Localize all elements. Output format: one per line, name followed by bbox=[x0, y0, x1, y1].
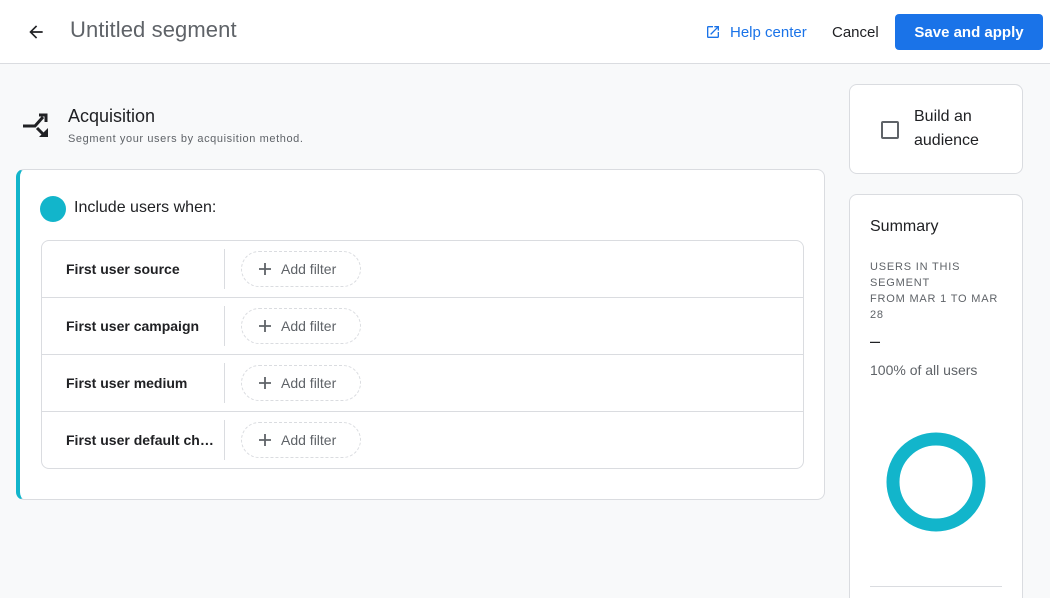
back-button[interactable] bbox=[22, 18, 50, 46]
add-filter-button[interactable]: Add filter bbox=[241, 308, 361, 344]
divider bbox=[224, 363, 225, 403]
dimension-name: First user campaign bbox=[66, 318, 200, 334]
help-center-label: Help center bbox=[730, 23, 807, 41]
add-filter-label: Add filter bbox=[281, 432, 337, 448]
top-bar: Untitled segment Help center Cancel Save… bbox=[0, 0, 1050, 64]
summary-percent: 100% of all users bbox=[870, 362, 978, 378]
page-title: Untitled segment bbox=[70, 17, 237, 42]
plus-icon bbox=[259, 263, 271, 275]
add-filter-button[interactable]: Add filter bbox=[241, 422, 361, 458]
open-in-new-icon bbox=[707, 26, 719, 38]
summary-user-count: – bbox=[870, 331, 881, 351]
summary-card: Summary Users in this segment From Mar 1… bbox=[849, 194, 1023, 598]
include-condition-card: Include users when: First user source Ad… bbox=[16, 169, 825, 500]
merge-type-icon bbox=[23, 113, 48, 137]
build-audience-checkbox[interactable] bbox=[881, 121, 899, 139]
divider bbox=[224, 420, 225, 460]
add-filter-label: Add filter bbox=[281, 375, 337, 391]
add-filter-label: Add filter bbox=[281, 318, 337, 334]
cancel-button[interactable]: Cancel bbox=[822, 14, 889, 50]
save-and-apply-button[interactable]: Save and apply bbox=[895, 14, 1043, 50]
plus-icon bbox=[259, 434, 271, 446]
dimension-filter-table: First user source Add filter First user … bbox=[41, 240, 804, 469]
divider bbox=[224, 249, 225, 289]
arrow-back-icon bbox=[29, 25, 43, 39]
users-in-segment-label: Users in this segment bbox=[870, 261, 961, 289]
build-audience-label: Build an audience bbox=[914, 108, 979, 149]
summary-donut-chart bbox=[886, 432, 986, 532]
include-indicator-dot bbox=[40, 196, 66, 222]
dimension-name: First user source bbox=[66, 261, 180, 277]
help-center-link[interactable]: Help center bbox=[705, 21, 807, 43]
dimension-name: First user medium bbox=[66, 375, 188, 391]
filter-row: First user campaign Add filter bbox=[42, 298, 803, 355]
filter-row: First user source Add filter bbox=[42, 241, 803, 298]
divider bbox=[224, 306, 225, 346]
dimension-name: First user default channel group bbox=[66, 432, 216, 448]
donut-ring bbox=[886, 432, 986, 532]
filter-row: First user medium Add filter bbox=[42, 355, 803, 412]
section-title: Acquisition bbox=[68, 106, 156, 126]
add-filter-button[interactable]: Add filter bbox=[241, 251, 361, 287]
section-description: Segment your users by acquisition method… bbox=[68, 133, 304, 145]
plus-icon bbox=[259, 320, 271, 332]
date-range-label: From Mar 1 to Mar 28 bbox=[870, 293, 999, 321]
add-filter-label: Add filter bbox=[281, 261, 337, 277]
filter-row: First user default channel group Add fil… bbox=[42, 412, 803, 468]
include-label: Include users when: bbox=[74, 199, 217, 216]
add-filter-button[interactable]: Add filter bbox=[241, 365, 361, 401]
divider bbox=[870, 586, 1002, 587]
summary-meta: Users in this segment From Mar 1 to Mar … bbox=[870, 259, 1010, 323]
plus-icon bbox=[259, 377, 271, 389]
summary-title: Summary bbox=[870, 218, 939, 235]
build-audience-card: Build an audience bbox=[849, 84, 1023, 174]
